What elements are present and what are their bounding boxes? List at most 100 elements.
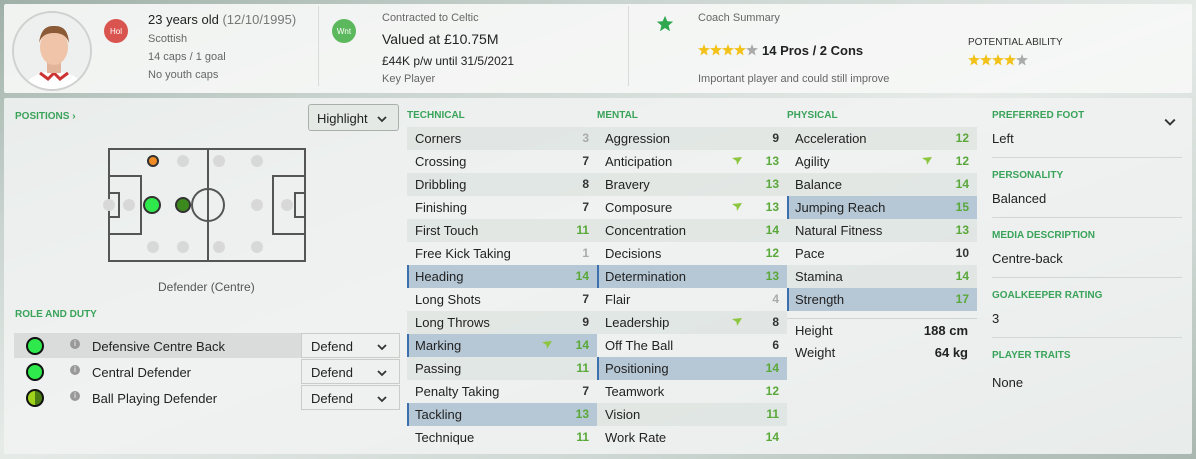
- chevron-down-icon[interactable]: [1164, 116, 1176, 128]
- highlight-dropdown[interactable]: Highlight: [308, 104, 399, 131]
- attribute-row[interactable]: Jumping Reach 15: [787, 196, 977, 219]
- attribute-row[interactable]: Determination 13: [597, 265, 787, 288]
- divider: [992, 217, 1182, 218]
- attribute-row[interactable]: First Touch 11: [407, 219, 597, 242]
- position-marker[interactable]: [103, 199, 115, 211]
- attribute-row[interactable]: Heading 14: [407, 265, 597, 288]
- coach-star-icon: [656, 15, 674, 38]
- attribute-row[interactable]: Dribbling 8: [407, 173, 597, 196]
- position-marker-dm[interactable]: [147, 155, 159, 167]
- duty-dropdown[interactable]: Defend: [301, 333, 400, 358]
- duty-label: Defend: [311, 391, 353, 406]
- duty-label: Defend: [311, 339, 353, 354]
- info-icon[interactable]: i: [70, 339, 80, 349]
- attribute-row[interactable]: Long Throws 9: [407, 311, 597, 334]
- role-row[interactable]: i Central Defender Defend: [14, 359, 400, 384]
- role-row[interactable]: i Defensive Centre Back Defend: [14, 333, 400, 358]
- position-marker[interactable]: [251, 199, 263, 211]
- attribute-name: Composure: [605, 200, 673, 215]
- attribute-value: 11: [576, 223, 589, 237]
- attribute-row[interactable]: Decisions 12: [597, 242, 787, 265]
- physical-title: PHYSICAL: [787, 110, 838, 121]
- attribute-name: Corners: [415, 131, 462, 146]
- attribute-row[interactable]: Stamina 14: [787, 265, 977, 288]
- weight-value: 64 kg: [934, 345, 968, 360]
- position-marker[interactable]: [281, 199, 293, 211]
- attribute-row[interactable]: Natural Fitness 13: [787, 219, 977, 242]
- accomplished-position-marker[interactable]: [175, 197, 191, 213]
- date-of-birth: (12/10/1995): [222, 12, 297, 27]
- attribute-value: 6: [772, 338, 779, 352]
- coach-summary-title: Coach Summary: [698, 12, 780, 24]
- position-marker[interactable]: [123, 199, 135, 211]
- caps: 14 caps / 1 goal: [148, 51, 226, 63]
- divider: [992, 337, 1182, 338]
- attribute-row[interactable]: Off The Ball 6: [597, 334, 787, 357]
- positions-link[interactable]: POSITIONS ›: [15, 111, 76, 122]
- pros-cons[interactable]: 14 Pros / 2 Cons: [762, 43, 863, 58]
- attribute-row[interactable]: Pace 10: [787, 242, 977, 265]
- position-marker[interactable]: [213, 241, 225, 253]
- youth-caps: No youth caps: [148, 69, 219, 81]
- weight-label: Weight: [795, 345, 836, 360]
- personality: Balanced: [992, 191, 1047, 206]
- attribute-row[interactable]: Composure 13: [597, 196, 787, 219]
- player-value: Valued at £10.75M: [382, 31, 499, 47]
- attribute-row[interactable]: Finishing 7: [407, 196, 597, 219]
- attribute-row[interactable]: Passing 11: [407, 357, 597, 380]
- attribute-value: 13: [955, 223, 969, 237]
- position-pitch[interactable]: [108, 148, 306, 262]
- role-row[interactable]: i Ball Playing Defender Defend: [14, 385, 400, 410]
- attribute-row[interactable]: Acceleration 12: [787, 127, 977, 150]
- duty-dropdown[interactable]: Defend: [301, 359, 400, 384]
- attribute-row[interactable]: Long Shots 7: [407, 288, 597, 311]
- progression-arrow-icon: [732, 318, 742, 326]
- attribute-row[interactable]: Leadership 8: [597, 311, 787, 334]
- attribute-row[interactable]: Crossing 7: [407, 150, 597, 173]
- national-team-badge[interactable]: Hol: [104, 19, 128, 43]
- progression-arrow-icon: [542, 341, 552, 349]
- attribute-row[interactable]: Work Rate 14: [597, 426, 787, 449]
- position-marker[interactable]: [177, 155, 189, 167]
- attribute-row[interactable]: Aggression 9: [597, 127, 787, 150]
- attribute-row[interactable]: Vision 11: [597, 403, 787, 426]
- attribute-row[interactable]: Free Kick Taking 1: [407, 242, 597, 265]
- attribute-name: Marking: [415, 338, 462, 353]
- wage-contract: £44K p/w until 31/5/2021: [382, 54, 515, 68]
- attribute-row[interactable]: Marking 14: [407, 334, 597, 357]
- natural-position-marker[interactable]: [143, 196, 161, 214]
- attribute-row[interactable]: Tackling 13: [407, 403, 597, 426]
- attribute-row[interactable]: Balance 14: [787, 173, 977, 196]
- info-panel: PREFERRED FOOT Left PERSONALITY Balanced…: [992, 110, 1182, 390]
- attribute-row[interactable]: Penalty Taking 7: [407, 380, 597, 403]
- position-marker[interactable]: [251, 241, 263, 253]
- mental-title: MENTAL: [597, 110, 638, 121]
- attribute-row[interactable]: Flair 4: [597, 288, 787, 311]
- positions-title[interactable]: POSITIONS: [15, 111, 69, 122]
- attribute-name: Bravery: [605, 177, 650, 192]
- duty-dropdown[interactable]: Defend: [301, 385, 400, 410]
- club-status-badge[interactable]: Wnt: [332, 19, 356, 43]
- attribute-row[interactable]: Bravery 13: [597, 173, 787, 196]
- attribute-row[interactable]: Concentration 14: [597, 219, 787, 242]
- attribute-value: 7: [582, 154, 589, 168]
- attribute-row[interactable]: Agility 12: [787, 150, 977, 173]
- contract-club[interactable]: Contracted to Celtic: [382, 12, 479, 24]
- attribute-row[interactable]: Anticipation 13: [597, 150, 787, 173]
- info-icon[interactable]: i: [70, 391, 80, 401]
- role-suitability-icon: [26, 389, 44, 407]
- attribute-value: 12: [955, 131, 969, 145]
- attribute-row[interactable]: Corners 3: [407, 127, 597, 150]
- attribute-row[interactable]: Strength 17: [787, 288, 977, 311]
- position-marker[interactable]: [213, 155, 225, 167]
- position-marker[interactable]: [251, 155, 263, 167]
- position-marker[interactable]: [177, 241, 189, 253]
- attribute-row[interactable]: Teamwork 12: [597, 380, 787, 403]
- position-marker[interactable]: [147, 241, 159, 253]
- attribute-name: Work Rate: [605, 430, 667, 445]
- attribute-row[interactable]: Technique 11: [407, 426, 597, 449]
- attribute-row[interactable]: Positioning 14: [597, 357, 787, 380]
- attribute-name: Decisions: [605, 246, 662, 261]
- info-icon[interactable]: i: [70, 365, 80, 375]
- attribute-name: Long Throws: [415, 315, 490, 330]
